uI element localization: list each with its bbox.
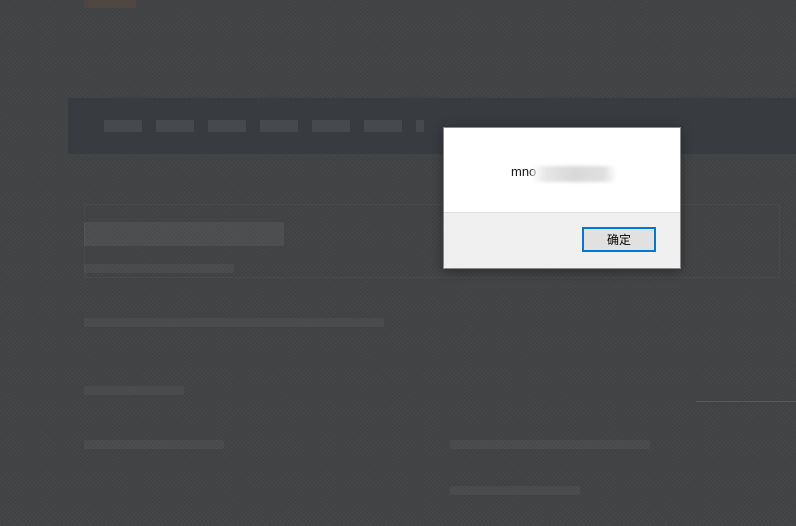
redaction-blur [531,166,617,182]
background-text-line [450,486,580,495]
dimmed-page-overlay: mno 确定 [0,0,796,526]
alert-dialog: mno 确定 [443,127,681,269]
background-nav-links [104,120,424,132]
background-text-line [84,386,184,395]
dialog-body: mno [444,128,680,212]
background-heading [84,222,284,246]
background-text-line [450,440,650,449]
background-text-line [84,264,234,273]
ok-button[interactable]: 确定 [582,227,656,252]
background-divider [696,401,796,402]
background-text-line [84,318,384,327]
background-text-line [84,440,224,449]
dialog-footer: 确定 [444,212,680,268]
background-logo [84,0,136,8]
